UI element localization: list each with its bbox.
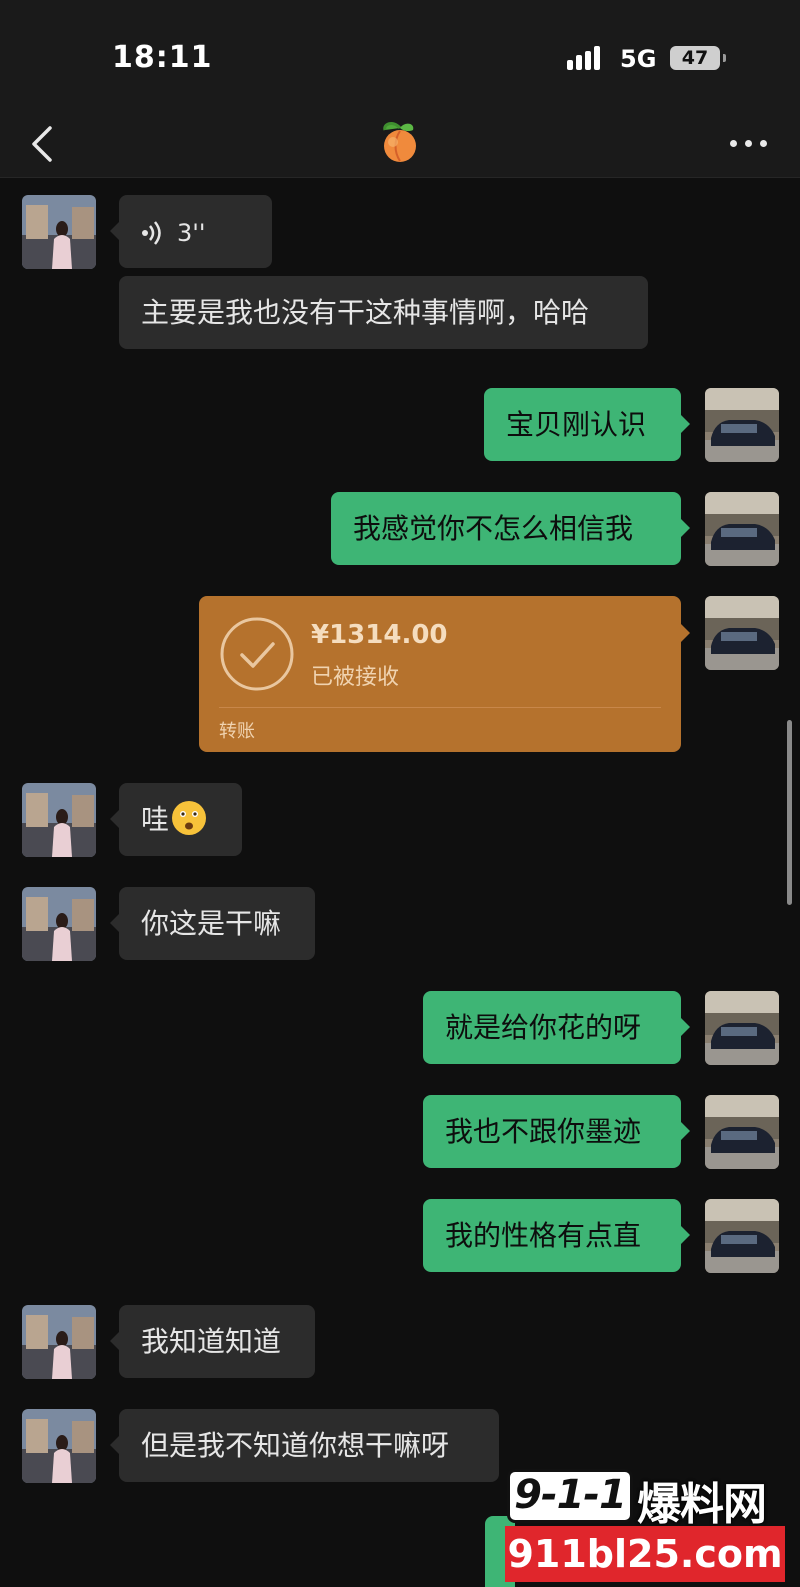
user-avatar[interactable] [705,388,779,462]
contact-avatar[interactable] [22,1305,96,1379]
back-button[interactable] [26,120,66,168]
status-time: 18:11 [112,40,213,75]
message-bubble[interactable]: 我知道知道 [110,1305,315,1378]
watermark-logo: 9-1-1 爆料网 911bl25.com [505,1466,785,1587]
network-type: 5G [620,45,657,73]
contact-avatar[interactable] [22,887,96,961]
divider [219,707,661,708]
watermark-url: 911bl25.com [505,1526,785,1582]
message-text: 但是我不知道你想干嘛呀 [141,1429,450,1462]
message-bubble[interactable]: 但是我不知道你想干嘛呀 [110,1409,499,1482]
message-text: 你这是干嘛 [141,907,282,940]
peach-emoji-icon [379,120,421,164]
chevron-left-icon [32,126,52,162]
scrollbar[interactable] [787,720,792,905]
message-bubble[interactable]: 你这是干嘛 [110,887,315,960]
check-circle-icon [220,617,294,691]
user-avatar[interactable] [705,991,779,1065]
message-text: 宝贝刚认识 [506,408,647,441]
astonished-face-emoji-icon [172,801,207,835]
user-avatar[interactable] [705,492,779,566]
transfer-label: 转账 [219,721,255,742]
contact-avatar[interactable] [22,1409,96,1483]
message-text: 就是给你花的呀 [445,1011,642,1044]
message-text: 我的性格有点直 [445,1219,642,1252]
voice-duration: 3'' [177,219,206,247]
message-text: 主要是我也没有干这种事情啊，哈哈 [141,296,590,329]
message-bubble[interactable]: 我的性格有点直 [423,1199,690,1272]
message-text: 我也不跟你墨迹 [445,1115,642,1148]
message-text: 我知道知道 [141,1325,282,1358]
transfer-amount: ¥1314.00 [311,620,448,650]
transfer-status: 已被接收 [311,665,400,690]
message-list[interactable]: 3'' 主要是我也没有干这种事情啊，哈哈 宝贝刚认识 我感觉你不怎么相信我 ¥1… [0,178,800,1587]
voice-message[interactable]: 3'' [110,195,272,268]
battery-icon: 47 [670,46,726,70]
message-bubble[interactable]: 我也不跟你墨迹 [423,1095,690,1168]
user-avatar[interactable] [705,1199,779,1273]
message-bubble[interactable]: 宝贝刚认识 [484,388,690,461]
message-bubble[interactable]: 哇 [110,783,242,856]
status-bar: 18:11 5G 47 [0,0,800,110]
contact-avatar[interactable] [22,195,96,269]
contact-avatar[interactable] [22,783,96,857]
voice-wave-icon [142,221,161,245]
user-avatar[interactable] [705,1095,779,1169]
message-bubble[interactable]: 我感觉你不怎么相信我 [331,492,690,565]
transfer-card[interactable]: ¥1314.00 已被接收 转账 [199,596,690,752]
message-bubble[interactable]: 主要是我也没有干这种事情啊，哈哈 [119,276,648,349]
message-text: 我感觉你不怎么相信我 [353,512,634,545]
message-text: 哇 [141,803,170,836]
more-options-button[interactable] [730,128,770,158]
message-bubble[interactable]: 就是给你花的呀 [423,991,690,1064]
chat-header [0,110,800,178]
watermark-number: 9-1-1 [507,1469,633,1523]
watermark-name: 爆料网 [637,1479,767,1530]
signal-strength-icon [567,46,607,70]
user-avatar[interactable] [705,596,779,670]
